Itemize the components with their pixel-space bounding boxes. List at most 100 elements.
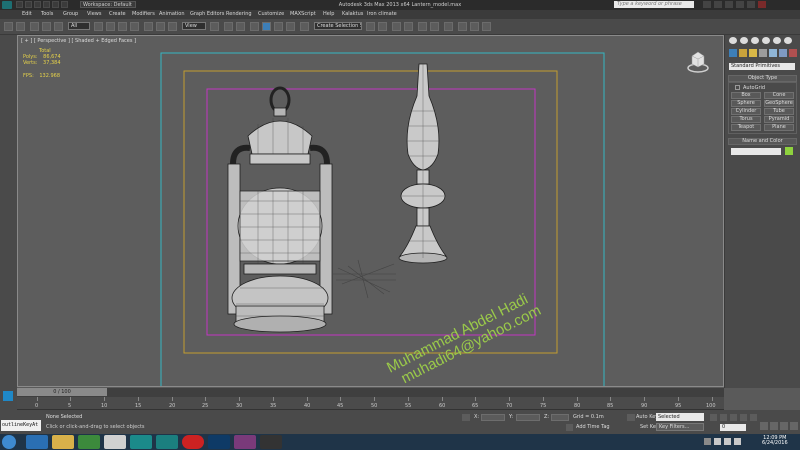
pan-icon[interactable]	[770, 422, 778, 430]
geometry-icon[interactable]	[729, 49, 737, 57]
tray-arrow-icon[interactable]	[704, 438, 711, 445]
go-to-start-icon[interactable]	[710, 414, 717, 421]
menu-rendering[interactable]: Rendering	[226, 11, 252, 17]
modify-tab-icon[interactable]	[740, 37, 748, 44]
viewport-layout-icon[interactable]	[3, 391, 13, 401]
pyramid-button[interactable]: Pyramid	[764, 116, 794, 123]
volume-icon[interactable]	[724, 438, 731, 445]
redo-icon[interactable]	[52, 1, 59, 8]
link-icon[interactable]	[30, 22, 39, 31]
space-warps-icon[interactable]	[779, 49, 787, 57]
utilities-tab-icon[interactable]	[784, 37, 792, 44]
layer-manager-icon[interactable]	[392, 22, 401, 31]
material-editor-icon[interactable]	[444, 22, 453, 31]
spinner-snap-icon[interactable]	[286, 22, 295, 31]
file-explorer-icon[interactable]	[52, 435, 74, 449]
cameras-icon[interactable]	[759, 49, 767, 57]
menu-graph-editors[interactable]: Graph Editors	[190, 11, 224, 17]
go-to-end-icon[interactable]	[750, 414, 757, 421]
key-mode-icon[interactable]	[627, 414, 635, 421]
x-coordinate-field[interactable]	[481, 414, 505, 421]
menu-maxscript[interactable]: MAXScript	[290, 11, 316, 17]
previous-frame-icon[interactable]	[720, 414, 727, 421]
maxscript-listener-input[interactable]: outlineKeyAt	[1, 420, 41, 431]
align-icon[interactable]	[378, 22, 387, 31]
systems-icon[interactable]	[789, 49, 797, 57]
name-and-color-rollout-header[interactable]: Name and Color	[728, 138, 797, 145]
object-color-swatch[interactable]	[785, 147, 793, 155]
help-icon[interactable]	[714, 1, 722, 8]
rotate-icon[interactable]	[156, 22, 165, 31]
close-icon[interactable]	[758, 1, 766, 8]
percent-snap-icon[interactable]	[274, 22, 283, 31]
media-player-icon[interactable]	[78, 435, 100, 449]
star-icon[interactable]	[725, 1, 733, 8]
add-time-tag-button[interactable]: Add Time Tag	[576, 424, 610, 430]
menu-iron-climate[interactable]: Iron climate	[367, 11, 397, 17]
y-coordinate-field[interactable]	[516, 414, 540, 421]
render-setup-icon[interactable]	[458, 22, 467, 31]
angle-snap-icon[interactable]	[262, 22, 271, 31]
reference-coordinate-dropdown[interactable]: View	[182, 22, 206, 30]
maximize-icon[interactable]	[747, 1, 755, 8]
workspace-dropdown[interactable]: Workspace: Default	[80, 1, 136, 8]
viewcube-icon[interactable]	[687, 48, 709, 74]
window-crossing-icon[interactable]	[130, 22, 139, 31]
menu-group[interactable]: Group	[63, 11, 78, 17]
plane-button[interactable]: Plane	[764, 124, 794, 131]
selection-filter-dropdown[interactable]: All	[68, 22, 90, 30]
unlink-icon[interactable]	[42, 22, 51, 31]
system-clock[interactable]: 12:09 PM 6/24/2016	[762, 436, 788, 446]
undo-icon[interactable]	[4, 22, 13, 31]
select-by-name-icon[interactable]	[106, 22, 115, 31]
time-tag-icon[interactable]	[566, 424, 573, 431]
autogrid-checkbox[interactable]	[735, 85, 740, 90]
start-button-icon[interactable]	[2, 435, 16, 449]
rendered-frame-window-icon[interactable]	[470, 22, 479, 31]
internet-explorer-icon[interactable]	[26, 435, 48, 449]
current-frame-field[interactable]: 0	[720, 424, 746, 431]
geosphere-button[interactable]: GeoSphere	[764, 100, 794, 107]
box-button[interactable]: Box	[731, 92, 761, 99]
snap-toggle-icon[interactable]	[250, 22, 259, 31]
curve-editor-icon[interactable]	[418, 22, 427, 31]
menu-create[interactable]: Create	[109, 11, 126, 17]
schematic-view-icon[interactable]	[430, 22, 439, 31]
orbit-icon[interactable]	[780, 422, 788, 430]
scale-icon[interactable]	[168, 22, 177, 31]
next-frame-icon[interactable]	[740, 414, 747, 421]
object-name-field[interactable]	[731, 148, 781, 155]
key-selection-dropdown[interactable]: Selected	[656, 413, 704, 421]
object-type-rollout-header[interactable]: Object Type	[728, 75, 797, 82]
menu-help[interactable]: Help	[323, 11, 334, 17]
cone-button[interactable]: Cone	[764, 92, 794, 99]
menu-animation[interactable]: Animation	[159, 11, 185, 17]
torus-button[interactable]: Torus	[731, 116, 761, 123]
play-icon[interactable]	[730, 414, 737, 421]
display-tab-icon[interactable]	[773, 37, 781, 44]
undo-icon[interactable]	[43, 1, 50, 8]
photoshop-icon[interactable]	[208, 435, 230, 449]
winrar-icon[interactable]	[234, 435, 256, 449]
create-tab-icon[interactable]	[729, 37, 737, 44]
search-input[interactable]: Type a keyword or phrase	[614, 1, 694, 8]
teapot-button[interactable]: Teapot	[731, 124, 761, 131]
motion-tab-icon[interactable]	[762, 37, 770, 44]
lights-icon[interactable]	[749, 49, 757, 57]
primitive-category-dropdown[interactable]: Standard Primitives	[729, 63, 795, 70]
redo-icon[interactable]	[16, 22, 25, 31]
3ds-max-icon[interactable]	[130, 435, 152, 449]
opera-icon[interactable]	[182, 435, 204, 449]
auto-key-button[interactable]: Auto Key	[636, 414, 658, 420]
helpers-icon[interactable]	[769, 49, 777, 57]
new-file-icon[interactable]	[16, 1, 23, 8]
pivot-center-icon[interactable]	[210, 22, 219, 31]
project-folder-icon[interactable]	[61, 1, 68, 8]
keyboard-shortcut-icon[interactable]	[236, 22, 245, 31]
menu-views[interactable]: Views	[87, 11, 101, 17]
cylinder-button[interactable]: Cylinder	[731, 108, 761, 115]
z-coordinate-field[interactable]	[551, 414, 569, 421]
move-icon[interactable]	[144, 22, 153, 31]
minimize-icon[interactable]	[736, 1, 744, 8]
network-icon[interactable]	[714, 438, 721, 445]
